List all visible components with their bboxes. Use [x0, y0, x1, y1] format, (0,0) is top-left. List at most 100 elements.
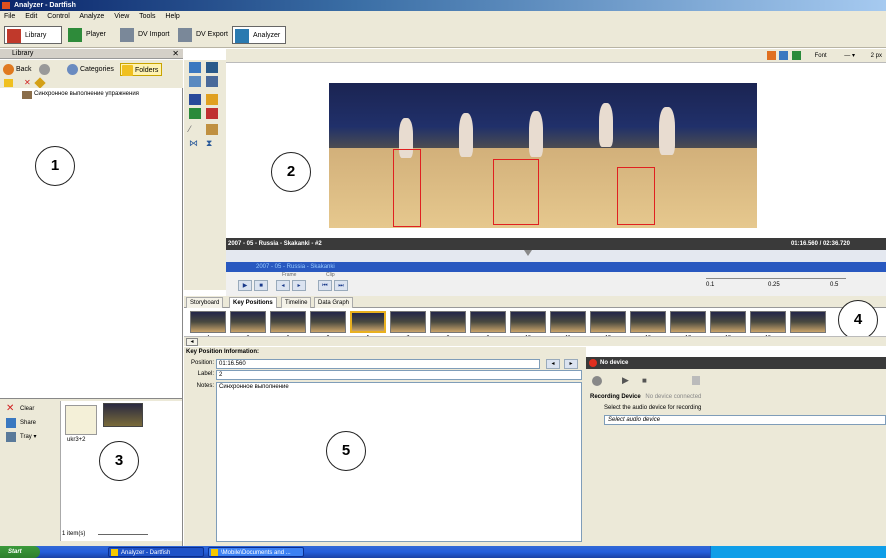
categories-button[interactable]: Categories: [66, 63, 114, 76]
color-green-icon[interactable]: [791, 51, 801, 60]
scroll-left-icon[interactable]: ◂: [186, 338, 198, 346]
angle-tool-icon[interactable]: [189, 108, 201, 119]
key-position-thumb[interactable]: [550, 311, 586, 333]
menu-file[interactable]: File: [4, 13, 15, 20]
tray-menu-button[interactable]: Tray ▾: [6, 431, 36, 443]
audio-device-select[interactable]: Select audio device: [604, 415, 886, 425]
previous-key-button[interactable]: ◂: [546, 359, 560, 369]
video-viewer[interactable]: 2: [226, 63, 886, 238]
tree-item[interactable]: Синхронное выполнение упражнения: [22, 91, 139, 99]
highlight-box[interactable]: [493, 159, 539, 225]
layout-grid-icon[interactable]: [206, 62, 218, 73]
font-button[interactable]: Font: [815, 53, 827, 59]
key-position-thumb[interactable]: [590, 311, 626, 333]
record-tool-icon[interactable]: [206, 108, 218, 119]
notes-label: Notes:: [196, 383, 214, 389]
rename-icon[interactable]: [34, 77, 46, 89]
marker-tool-icon[interactable]: [206, 94, 218, 105]
key-position-thumb[interactable]: [630, 311, 666, 333]
player-mode-button[interactable]: Player: [66, 26, 116, 44]
key-position-thumb[interactable]: [470, 311, 506, 333]
menu-tools[interactable]: Tools: [139, 13, 155, 20]
pen-tool-icon[interactable]: ⁄: [189, 124, 201, 135]
key-position-thumb[interactable]: [670, 311, 706, 333]
split-tool-icon[interactable]: ⋈: [189, 138, 201, 149]
key-position-thumb[interactable]: [790, 311, 826, 333]
task-documents[interactable]: \Mobile\Documents and ...: [208, 547, 304, 557]
delete-audio-icon[interactable]: [692, 376, 700, 385]
key-position-thumb[interactable]: [430, 311, 466, 333]
line-style-icon[interactable]: — ▾: [844, 53, 855, 59]
tray-thumbnail-2[interactable]: [103, 403, 143, 427]
scrub-bar[interactable]: [226, 250, 886, 262]
strip-scrollbar[interactable]: ◂: [184, 336, 886, 346]
clear-button[interactable]: ✕ Clear: [6, 403, 34, 415]
key-position-thumb[interactable]: [230, 311, 266, 333]
tab-key-positions[interactable]: Key Positions: [229, 297, 277, 308]
key-position-thumb[interactable]: [390, 311, 426, 333]
clip-end-button[interactable]: ⏭: [334, 280, 348, 291]
compare-icon[interactable]: [189, 76, 201, 87]
video-frame[interactable]: [329, 83, 757, 228]
key-position-thumb[interactable]: [310, 311, 346, 333]
tab-storyboard[interactable]: Storyboard: [186, 297, 224, 308]
position-field[interactable]: 01:16.560: [216, 359, 540, 369]
zoom-slider[interactable]: [98, 534, 148, 535]
clip-info: 2007 - 05 - Russia - Skakanki - #2: [228, 241, 322, 247]
audio-stop-button[interactable]: ■: [642, 376, 647, 385]
previous-frame-button[interactable]: ◂: [276, 280, 290, 291]
start-button[interactable]: Start: [0, 546, 40, 558]
menu-analyze[interactable]: Analyze: [79, 13, 104, 20]
speed-slider[interactable]: 0.1 0.25 0.5: [706, 276, 846, 292]
key-position-thumb[interactable]: [510, 311, 546, 333]
folders-button[interactable]: Folders: [120, 63, 163, 76]
delete-icon[interactable]: ✕: [24, 78, 31, 87]
color-blue-icon[interactable]: [779, 51, 789, 60]
text-tool-icon[interactable]: [189, 94, 201, 105]
label-field[interactable]: 2: [216, 370, 582, 380]
player-icon: [68, 28, 82, 42]
clip-track[interactable]: 2007 - 05 - Russia - Skakanki: [226, 262, 886, 272]
next-frame-button[interactable]: ▸: [292, 280, 306, 291]
key-position-thumb[interactable]: [190, 311, 226, 333]
next-key-button[interactable]: ▸: [564, 359, 578, 369]
layout-single-icon[interactable]: [189, 62, 201, 73]
close-icon[interactable]: ✕: [172, 49, 179, 59]
tray-thumbnail-1[interactable]: [65, 405, 97, 435]
dv-import-button[interactable]: DV Import: [118, 26, 174, 44]
record-button[interactable]: [592, 376, 602, 386]
menu-help[interactable]: Help: [165, 13, 179, 20]
line-width-select[interactable]: 2 px: [871, 53, 882, 59]
playhead-marker-icon[interactable]: [524, 250, 532, 258]
highlight-box[interactable]: [617, 167, 655, 225]
stop-button[interactable]: ■: [254, 280, 268, 291]
forward-button[interactable]: [38, 63, 52, 76]
film-icon[interactable]: [206, 76, 218, 87]
task-analyzer[interactable]: Analyzer - Dartfish: [108, 547, 204, 557]
library-mode-button[interactable]: Library: [4, 26, 62, 44]
color-orange-icon[interactable]: [766, 51, 776, 60]
key-position-thumb[interactable]: [750, 311, 786, 333]
share-button[interactable]: Share: [6, 417, 36, 429]
clip-start-button[interactable]: ⏮: [318, 280, 332, 291]
window-title: Analyzer - Dartfish: [14, 2, 76, 9]
tab-timeline[interactable]: Timeline: [281, 297, 312, 308]
dv-export-button[interactable]: DV Export: [176, 26, 230, 44]
highlight-tool-icon[interactable]: [206, 124, 218, 135]
audio-play-button[interactable]: ▶: [622, 375, 629, 386]
menu-view[interactable]: View: [114, 13, 129, 20]
key-position-thumb[interactable]: [710, 311, 746, 333]
hourglass-tool-icon[interactable]: ⧗: [206, 138, 218, 149]
notes-field[interactable]: Синхронное выполнение: [216, 382, 582, 542]
key-position-thumb-selected[interactable]: [350, 311, 386, 333]
new-folder-icon[interactable]: [4, 79, 13, 87]
tab-data-graph[interactable]: Data Graph: [314, 297, 354, 308]
back-button[interactable]: Back: [2, 63, 32, 76]
key-position-thumb[interactable]: [270, 311, 306, 333]
key-position-info-title: Key Position Information:: [184, 347, 586, 357]
highlight-box[interactable]: [393, 149, 421, 227]
analyzer-mode-button[interactable]: Analyzer: [232, 26, 286, 44]
play-button[interactable]: ▶: [238, 280, 252, 291]
menu-edit[interactable]: Edit: [25, 13, 37, 20]
menu-control[interactable]: Control: [47, 13, 70, 20]
